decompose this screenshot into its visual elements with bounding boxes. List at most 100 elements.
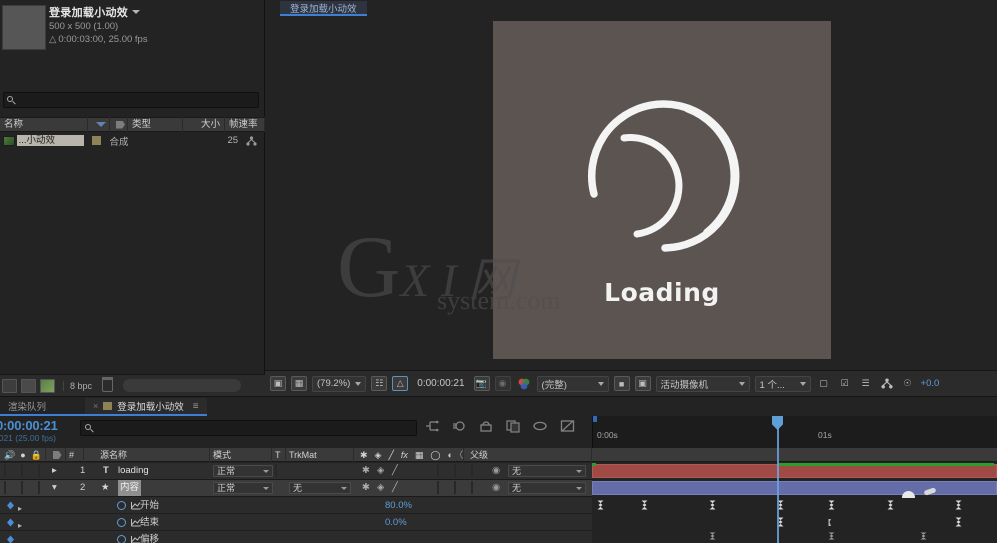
channel-color-icon[interactable]	[516, 376, 532, 391]
property-value[interactable]: 0.0%	[385, 514, 407, 531]
layer-quality-switch[interactable]: ╱	[392, 465, 398, 476]
project-item-row[interactable]: ...小动效 合成 25	[0, 134, 265, 148]
layer-frameblend-switch[interactable]	[437, 481, 439, 494]
layer-audio-toggle[interactable]	[4, 481, 6, 494]
column-header-framerate[interactable]: 帧速率	[225, 117, 265, 132]
layer-solo-toggle[interactable]	[21, 481, 23, 494]
layer-parent-select[interactable]: 无	[508, 482, 586, 494]
column-header-name[interactable]: 名称	[0, 117, 88, 132]
always-preview-icon[interactable]: ▣	[270, 376, 286, 391]
timeline-current-time[interactable]: 0:00:00:21 0021 (25.00 fps)	[0, 418, 80, 443]
parent-pickwhip-icon[interactable]: ◉	[492, 480, 500, 496]
layer-frameblend-switch[interactable]	[437, 464, 439, 477]
project-search-input[interactable]	[16, 95, 258, 105]
timeline-layer-row[interactable]: ▾ 2 ★ 内容 正常 无 ✱ ◈ ╱ ◉ 无	[0, 480, 592, 497]
column-header-type[interactable]: 类型	[128, 117, 183, 132]
layer-expand-triangle[interactable]: ▸	[52, 463, 57, 479]
layer-lock-toggle[interactable]	[38, 481, 40, 494]
item-label-color-swatch[interactable]	[91, 136, 102, 145]
timeline-search-input[interactable]	[94, 423, 416, 433]
playhead-line[interactable]	[777, 416, 779, 543]
timeline-track-property-end[interactable]	[592, 514, 997, 531]
layer-trkmat-select[interactable]: 无	[289, 482, 351, 494]
layer-solo-toggle[interactable]	[21, 464, 23, 477]
layer-parent-select[interactable]: 无	[508, 465, 586, 477]
current-time-value[interactable]: 0:00:00:21	[0, 418, 80, 433]
layer-preserve-transparency-toggle[interactable]	[275, 464, 277, 477]
stopwatch-icon[interactable]	[117, 535, 126, 543]
project-search-box[interactable]	[3, 92, 259, 108]
column-header-parent[interactable]: 父级	[464, 448, 592, 462]
keyframe-navigator-icon[interactable]	[6, 535, 15, 543]
layer-motionblur-switch[interactable]	[454, 464, 456, 477]
frame-blending-icon[interactable]	[506, 419, 520, 433]
layer-shy-switch[interactable]: ✱	[362, 482, 370, 493]
layer-name[interactable]: loading	[118, 463, 149, 479]
timeline-property-row[interactable]: ▸ 结束 0.0%	[0, 514, 592, 531]
snapshot-camera-icon[interactable]: 📷	[473, 376, 490, 391]
timeline-search-box[interactable]	[80, 420, 417, 436]
transparency-grid-icon[interactable]: ■	[613, 376, 630, 391]
layer-shy-switch[interactable]: ✱	[362, 465, 370, 476]
timeline-property-row[interactable]: ▸ 开始 80.0%	[0, 497, 592, 514]
layer-name[interactable]: 内容	[118, 480, 142, 496]
panel-menu-icon[interactable]: ≡	[193, 401, 199, 412]
motion-blur-icon[interactable]	[452, 419, 466, 433]
timeline-link-icon[interactable]: ☰	[858, 376, 874, 391]
column-header-index[interactable]: #	[66, 448, 84, 462]
layer-quality-switch[interactable]: ╱	[392, 482, 398, 493]
timeline-track-property-offset[interactable]	[592, 531, 997, 543]
work-area-end-handle[interactable]	[593, 416, 597, 422]
item-name[interactable]: ...小动效	[16, 135, 84, 146]
column-header-t[interactable]: T	[272, 448, 286, 462]
exposure-value[interactable]: +0.0	[921, 378, 940, 389]
bit-depth-label[interactable]: 8 bpc	[63, 380, 92, 391]
timeline-track-property-start[interactable]	[592, 497, 997, 514]
graph-editor-icon[interactable]	[533, 419, 547, 433]
fast-preview-icon[interactable]: ☑	[837, 376, 853, 391]
resolution-select[interactable]: (完整)	[536, 375, 609, 392]
composition-stage[interactable]: Loading GX I 网 system.com	[265, 16, 997, 370]
grid-guides-icon[interactable]: ☷	[371, 376, 388, 391]
column-header-mode[interactable]: 模式	[210, 448, 272, 462]
region-of-interest-icon[interactable]: △	[392, 376, 409, 391]
keyframe-navigator-icon[interactable]	[6, 501, 15, 510]
timeline-property-row[interactable]: 偏移	[0, 531, 592, 543]
column-header-size[interactable]: 大小	[183, 117, 225, 132]
auto-keyframe-icon[interactable]	[560, 419, 575, 433]
show-snapshot-icon[interactable]: ◉	[494, 376, 511, 391]
timeline-ruler[interactable]: 0:00s 01s	[592, 416, 997, 448]
parent-pickwhip-icon[interactable]: ◉	[492, 463, 500, 479]
timeline-layer-row[interactable]: ▸ 1 T loading 正常 ✱ ◈ ╱ ◉ 无	[0, 463, 592, 480]
layer-lock-toggle[interactable]	[38, 464, 40, 477]
layer-expand-triangle[interactable]: ▾	[52, 480, 57, 496]
close-icon[interactable]: ×	[93, 401, 98, 411]
chevron-down-icon[interactable]	[132, 10, 141, 14]
project-settings-icon[interactable]	[2, 378, 17, 393]
stopwatch-icon[interactable]	[117, 518, 126, 527]
keyframe-navigator-icon[interactable]	[6, 518, 15, 527]
layer-blend-mode-select[interactable]: 正常	[213, 482, 273, 494]
layer-duration-bar[interactable]	[592, 481, 997, 495]
new-composition-icon[interactable]	[40, 378, 55, 393]
composition-canvas[interactable]: Loading	[493, 21, 831, 359]
property-value[interactable]: 80.0%	[385, 497, 412, 514]
delete-icon[interactable]	[102, 377, 114, 392]
column-header-trkmat[interactable]: TrkMat	[286, 448, 354, 462]
label-tag-icon[interactable]	[110, 117, 128, 132]
viewer-tab-composition[interactable]: 登录加载小动效	[280, 1, 367, 16]
layer-collapse-switch[interactable]: ◈	[377, 482, 384, 493]
view-layout-select[interactable]: 1 个...	[754, 375, 811, 392]
layer-3d-switch[interactable]	[471, 481, 473, 494]
layer-duration-bar[interactable]	[592, 464, 997, 478]
exposure-reset-icon[interactable]: ☉	[900, 376, 916, 391]
stopwatch-icon[interactable]	[117, 501, 126, 510]
layer-collapse-switch[interactable]: ◈	[377, 465, 384, 476]
monitor-icon[interactable]: ▦	[291, 376, 307, 391]
3d-view-icon[interactable]: ▣	[634, 376, 651, 391]
column-header-source-name[interactable]: 源名称	[84, 448, 210, 462]
camera-view-select[interactable]: 活动摄像机	[655, 375, 750, 392]
tab-render-queue[interactable]: 渲染队列	[0, 398, 85, 416]
layer-audio-toggle[interactable]	[4, 464, 6, 477]
sort-direction-icon[interactable]	[88, 117, 110, 132]
